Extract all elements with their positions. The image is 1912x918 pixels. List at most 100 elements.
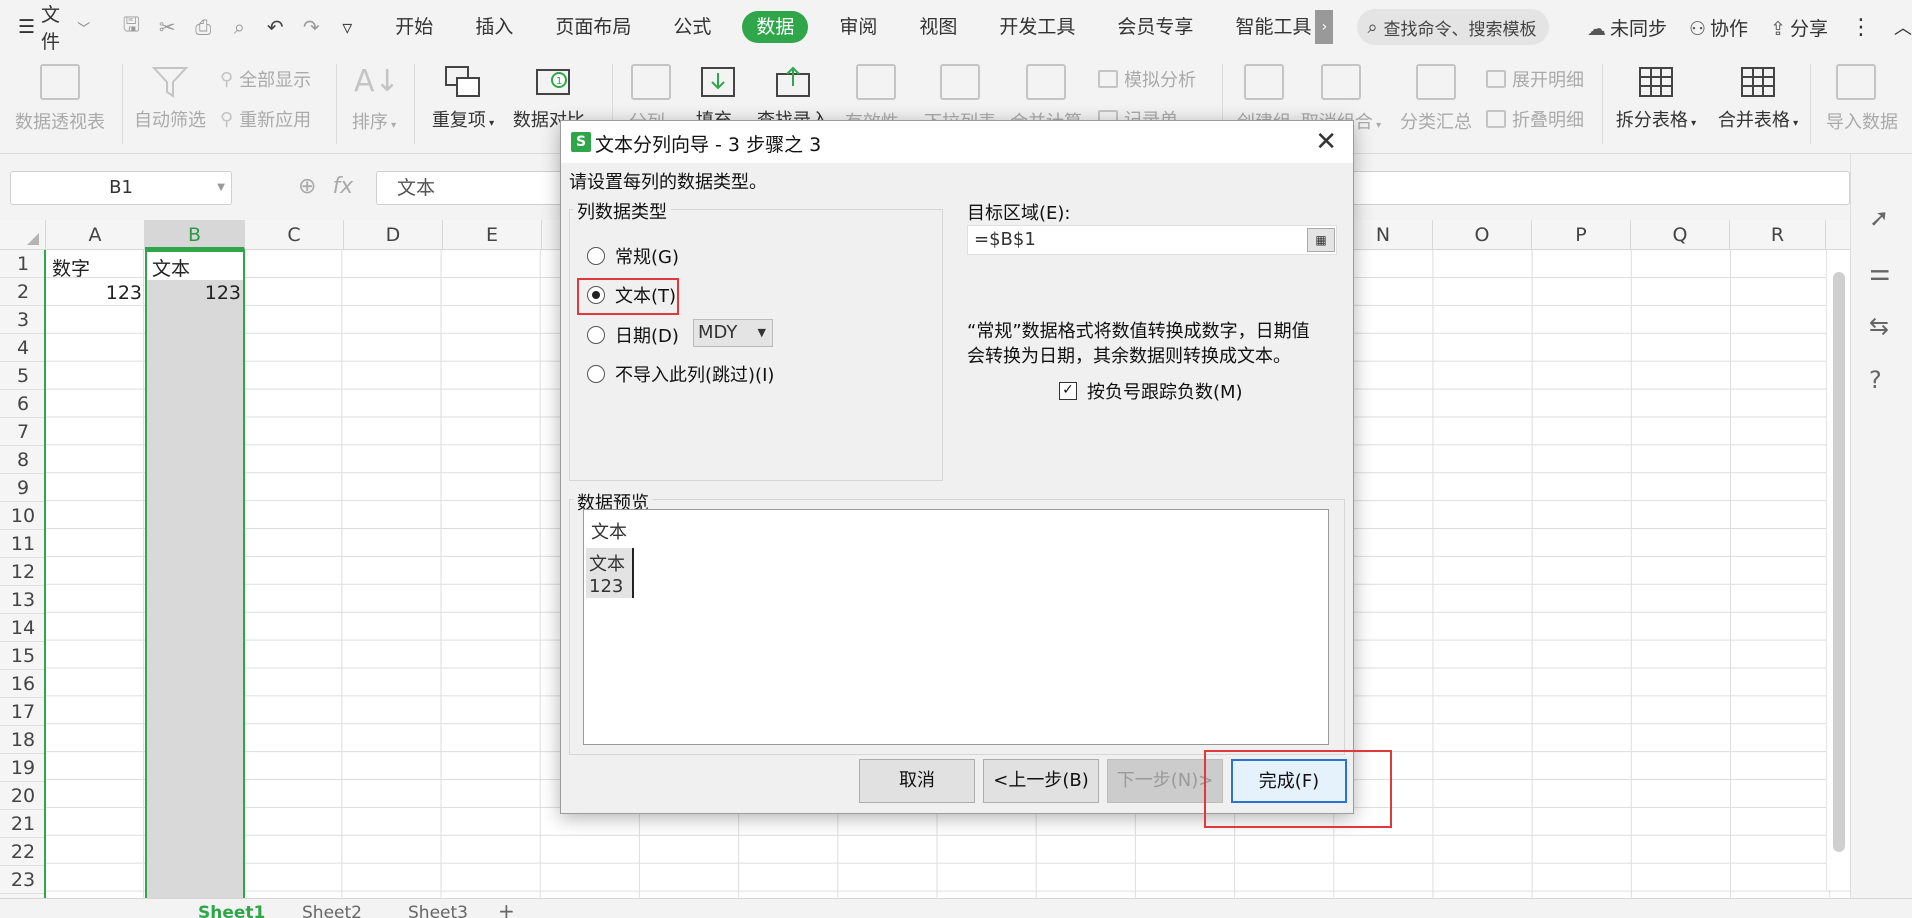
row-header[interactable]: 1 bbox=[0, 250, 46, 278]
file-menu[interactable]: ☰ 文件 ﹀ bbox=[0, 0, 104, 54]
tab-review[interactable]: 审阅 bbox=[818, 11, 898, 43]
row-header[interactable]: 9 bbox=[0, 474, 46, 502]
collapse-ribbon-icon[interactable]: ︿ bbox=[1894, 14, 1912, 40]
preview-column-header[interactable]: 文本 bbox=[591, 518, 627, 544]
what-if-button[interactable]: 模拟分析 bbox=[1098, 66, 1196, 92]
collapse-detail-button[interactable]: 折叠明细 bbox=[1486, 106, 1584, 132]
customize-icon[interactable]: ▿ bbox=[334, 15, 360, 39]
zoom-formula-icon[interactable]: ⊕ bbox=[298, 174, 316, 199]
data-preview-pane[interactable]: 文本 文本 123 bbox=[583, 509, 1329, 745]
vertical-scrollbar[interactable] bbox=[1826, 250, 1850, 890]
autofilter-button[interactable]: 自动筛选 bbox=[134, 64, 206, 132]
help-icon[interactable]: ? bbox=[1869, 366, 1882, 394]
sheet-tab[interactable]: Sheet2 bbox=[302, 903, 362, 918]
row-header[interactable]: 11 bbox=[0, 530, 46, 558]
column-header[interactable]: P bbox=[1532, 220, 1631, 250]
more-options-icon[interactable]: ⋮ bbox=[1850, 15, 1872, 40]
negative-sign-checkbox[interactable]: ✓ 按负号跟踪负数(M) bbox=[1059, 378, 1243, 404]
add-sheet-icon[interactable]: + bbox=[498, 899, 515, 918]
row-header[interactable]: 13 bbox=[0, 586, 46, 614]
show-all-button[interactable]: ⚲ 全部显示 bbox=[220, 66, 311, 92]
row-header[interactable]: 14 bbox=[0, 614, 46, 642]
cell-b1[interactable]: 文本 bbox=[152, 254, 190, 281]
column-header[interactable]: E bbox=[443, 220, 542, 250]
scrollbar-thumb[interactable] bbox=[1833, 272, 1845, 852]
back-button[interactable]: <上一步(B) bbox=[983, 759, 1099, 803]
tab-insert[interactable]: 插入 bbox=[454, 11, 534, 43]
chevron-down-icon[interactable]: ▼ bbox=[217, 172, 225, 204]
redo-icon[interactable]: ↷ bbox=[298, 15, 324, 39]
share-button[interactable]: ⇪ 分享 bbox=[1770, 14, 1828, 41]
row-header[interactable]: 3 bbox=[0, 306, 46, 334]
radio-date[interactable]: 日期(D) bbox=[587, 322, 679, 348]
row-header[interactable]: 10 bbox=[0, 502, 46, 530]
format-painter-icon[interactable]: ✂ bbox=[154, 15, 180, 39]
sheet-tab[interactable]: Sheet3 bbox=[408, 903, 468, 918]
reapply-button[interactable]: ⚲ 重新应用 bbox=[220, 106, 311, 132]
cancel-button[interactable]: 取消 bbox=[859, 759, 975, 803]
row-header[interactable]: 22 bbox=[0, 838, 46, 866]
sync-button[interactable]: ☁ 未同步 bbox=[1587, 14, 1667, 41]
column-header[interactable]: Q bbox=[1631, 220, 1730, 250]
select-all-corner[interactable] bbox=[0, 220, 46, 250]
row-header[interactable]: 8 bbox=[0, 446, 46, 474]
merge-table-button[interactable]: 合并表格 ▾ bbox=[1714, 64, 1802, 132]
undo-icon[interactable]: ↶ bbox=[262, 15, 288, 39]
cursor-icon[interactable]: ➚ bbox=[1869, 204, 1889, 232]
print-preview-icon[interactable]: ⌕ bbox=[226, 15, 252, 39]
column-header[interactable]: D bbox=[344, 220, 443, 250]
tab-home[interactable]: 开始 bbox=[374, 11, 454, 43]
column-header[interactable]: R bbox=[1730, 220, 1826, 250]
row-header[interactable]: 21 bbox=[0, 810, 46, 838]
print-icon[interactable]: ⎙ bbox=[190, 15, 216, 39]
column-header[interactable]: A bbox=[46, 220, 145, 250]
settings-sliders-icon[interactable]: ⚌ bbox=[1869, 258, 1891, 286]
row-header[interactable]: 18 bbox=[0, 726, 46, 754]
target-area-input[interactable]: =$B$1 bbox=[967, 225, 1337, 255]
collab-button[interactable]: ⚇ 协作 bbox=[1689, 14, 1748, 41]
name-box[interactable]: B1 ▼ bbox=[10, 171, 232, 205]
import-data-button[interactable]: 导入数据 bbox=[1826, 64, 1912, 134]
expand-detail-button[interactable]: 展开明细 bbox=[1486, 66, 1584, 92]
pivot-table-button[interactable]: 数据透视表 bbox=[14, 64, 106, 134]
radio-skip[interactable]: 不导入此列(跳过)(I) bbox=[587, 361, 774, 387]
cell-a1[interactable]: 数字 bbox=[52, 254, 90, 281]
tab-smart-tools[interactable]: 智能工具 bbox=[1214, 11, 1315, 43]
duplicates-button[interactable]: 重复项 ▾ bbox=[426, 64, 500, 132]
column-header[interactable]: B bbox=[145, 220, 245, 250]
column-header[interactable]: O bbox=[1433, 220, 1532, 250]
row-header[interactable]: 12 bbox=[0, 558, 46, 586]
row-header[interactable]: 19 bbox=[0, 754, 46, 782]
range-picker-icon[interactable]: ▦ bbox=[1307, 228, 1335, 252]
subtotal-button[interactable]: 分类汇总 bbox=[1398, 64, 1474, 134]
save-icon[interactable]: 🖫 bbox=[118, 10, 144, 44]
cell-b2[interactable]: 123 bbox=[145, 282, 241, 304]
row-header[interactable]: 16 bbox=[0, 670, 46, 698]
row-header[interactable]: 17 bbox=[0, 698, 46, 726]
tab-data[interactable]: 数据 bbox=[742, 11, 809, 43]
sheet-tab[interactable]: Sheet1 bbox=[198, 903, 265, 918]
column-header[interactable]: C bbox=[245, 220, 344, 250]
fx-icon[interactable]: fx bbox=[332, 174, 353, 199]
sort-button[interactable]: A↓ 排序 ▾ bbox=[346, 64, 402, 134]
cell-a2[interactable]: 123 bbox=[46, 282, 142, 304]
row-header[interactable]: 2 bbox=[0, 278, 46, 306]
tab-developer[interactable]: 开发工具 bbox=[978, 11, 1096, 43]
tab-member[interactable]: 会员专享 bbox=[1096, 11, 1214, 43]
row-header[interactable]: 6 bbox=[0, 390, 46, 418]
command-search[interactable]: ⌕ 查找命令、搜索模板 bbox=[1357, 9, 1549, 45]
row-header[interactable]: 4 bbox=[0, 334, 46, 362]
split-table-button[interactable]: 拆分表格 ▾ bbox=[1612, 64, 1700, 132]
radio-general[interactable]: 常规(G) bbox=[587, 243, 679, 269]
close-icon[interactable]: ✕ bbox=[1315, 127, 1337, 157]
tab-page-layout[interactable]: 页面布局 bbox=[534, 11, 652, 43]
transform-icon[interactable]: ⇆ bbox=[1869, 312, 1889, 340]
row-header[interactable]: 5 bbox=[0, 362, 46, 390]
row-header[interactable]: 20 bbox=[0, 782, 46, 810]
date-format-select[interactable]: MDY ▼ bbox=[693, 319, 773, 347]
row-header[interactable]: 23 bbox=[0, 866, 46, 894]
tab-view[interactable]: 视图 bbox=[898, 11, 978, 43]
row-header[interactable]: 15 bbox=[0, 642, 46, 670]
row-header[interactable]: 7 bbox=[0, 418, 46, 446]
tabs-more-icon[interactable]: › bbox=[1315, 10, 1334, 44]
